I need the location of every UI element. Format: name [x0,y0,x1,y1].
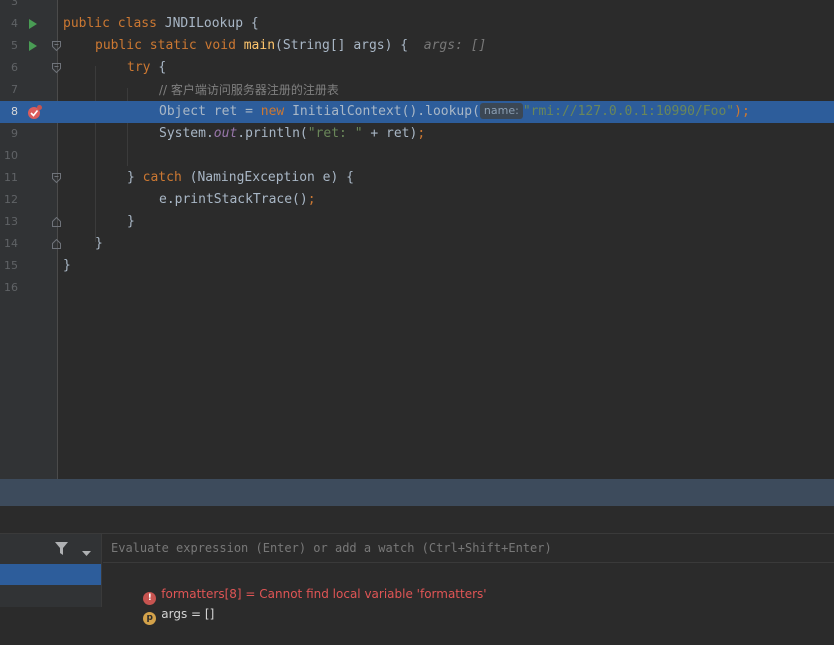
chevron-down-icon[interactable] [82,546,91,561]
debug-toolbar [0,506,834,534]
line-number: 12 [4,193,18,206]
line-number: 11 [4,171,18,184]
comment: // 客户端访问服务器注册的注册表 [159,83,339,97]
evaluate-expression-input[interactable] [103,534,834,563]
run-main-icon[interactable] [27,35,39,57]
fold-icon[interactable] [52,57,62,79]
parameter-icon: p [143,612,157,625]
run-class-icon[interactable] [27,13,39,35]
line-number: 15 [4,259,18,272]
frames-panel [0,534,102,607]
fold-icon[interactable] [52,167,62,189]
variable-name: args [161,607,188,621]
line-number: 8 [11,105,18,118]
fold-end-icon[interactable] [52,211,62,233]
variables-panel: !formatters[8] = Cannot find local varia… [103,534,834,625]
code-line-7: 7 // 客户端访问服务器注册的注册表 [0,79,834,101]
code-text: try { [127,60,167,75]
line-number: 4 [11,17,18,30]
fold-end-icon[interactable] [52,233,62,255]
code-line-8-current: 8 Object ret = new InitialContext().look… [0,101,834,123]
code-line-6: 6 try { [0,57,834,79]
variable-value: [] [204,607,215,621]
line-number: 16 [4,281,18,294]
filter-icon[interactable] [55,542,68,559]
line-number: 9 [11,127,18,140]
code-line-10: 10 [0,145,834,167]
code-text: } [127,214,135,229]
code-text: Object ret = new InitialContext().lookup… [159,103,750,119]
code-text: } [63,258,71,273]
variable-row[interactable]: ! formatters[8] = Cannot find local varia… [128,564,487,605]
parameter-hint: name: [479,103,523,119]
code-text: e.printStackTrace(); [159,192,316,207]
code-line-12: 12 e.printStackTrace(); [0,189,834,211]
fold-icon[interactable] [52,35,62,57]
line-number: 6 [11,61,18,74]
code-line-9: 9 System.out.println("ret: " + ret); [0,123,834,145]
variable-row[interactable]: p args = [] [128,584,214,625]
debug-panel-header [0,479,834,506]
code-line-4: 4 public class JNDILookup { [0,13,834,35]
code-text: } [95,236,103,251]
code-line-16: 16 [0,277,834,299]
code-line-5: 5 public static void main(String[] args)… [0,35,834,57]
line-number: 7 [11,83,18,96]
code-text: } catch (NamingException e) { [127,170,354,185]
code-text: public class JNDILookup { [63,16,259,31]
code-line-13: 13 } [0,211,834,233]
code-text: public static void main(String[] args) {… [95,38,487,53]
variable-value: Cannot find local variable 'formatters' [259,587,487,601]
code-line-14: 14 } [0,233,834,255]
line-number: 13 [4,215,18,228]
code-line-3: 3 [0,0,834,13]
line-number: 10 [4,149,18,162]
line-number: 14 [4,237,18,250]
code-text: System.out.println("ret: " + ret); [159,126,426,141]
code-line-15: 15 } [0,255,834,277]
frames-header [0,534,101,564]
code-line-11: 11 } catch (NamingException e) { [0,167,834,189]
selected-frame[interactable] [0,564,101,585]
breakpoint-icon[interactable] [27,101,43,123]
line-number: 3 [11,0,18,8]
line-number: 5 [11,39,18,52]
code-editor[interactable]: 3 4 public class JNDILookup { 5 public s… [0,0,834,479]
